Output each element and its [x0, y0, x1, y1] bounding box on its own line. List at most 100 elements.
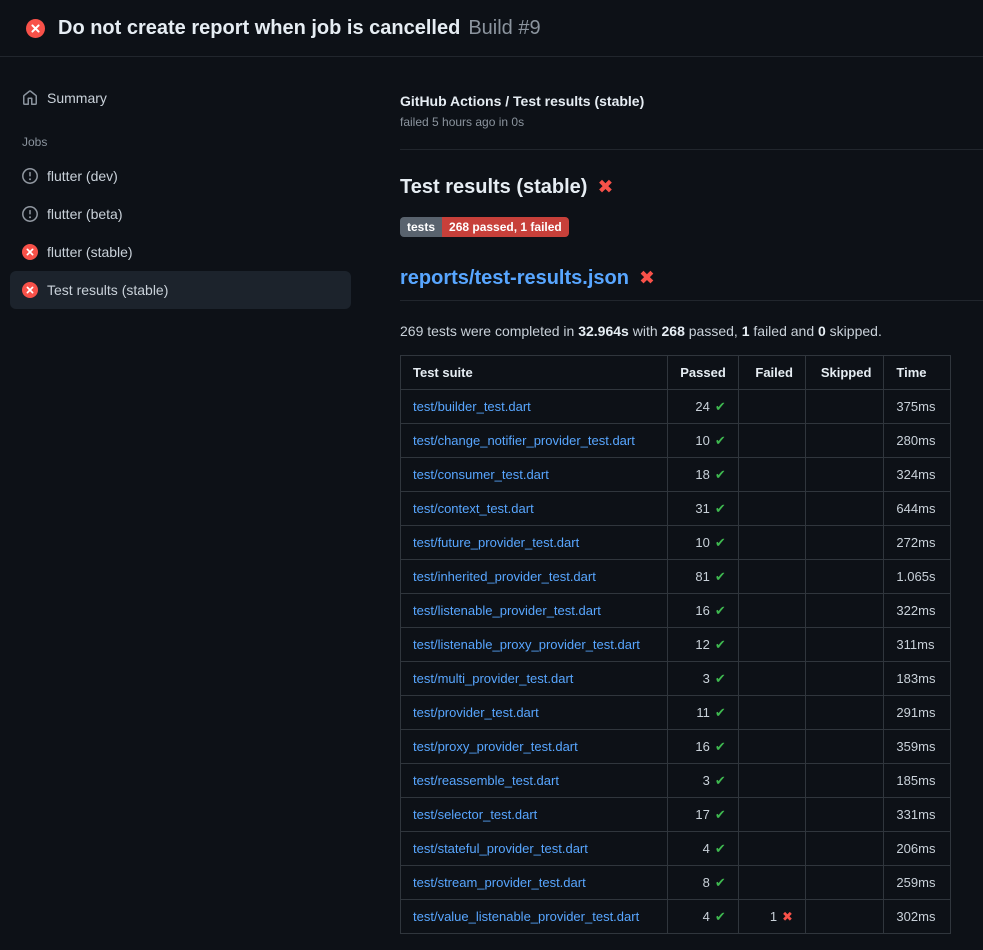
suite-link[interactable]: test/provider_test.dart [413, 705, 539, 720]
suite-link[interactable]: test/future_provider_test.dart [413, 535, 579, 550]
report-heading: reports/test-results.json ✖ [400, 267, 983, 301]
divider [400, 149, 983, 150]
summary-text: passed, [685, 323, 742, 339]
table-row: test/inherited_provider_test.dart81✔1.06… [401, 560, 951, 594]
check-icon: ✔ [715, 671, 726, 686]
suite-link[interactable]: test/multi_provider_test.dart [413, 671, 573, 686]
sidebar-item-flutter-beta[interactable]: flutter (beta) [10, 195, 351, 233]
suite-link[interactable]: test/listenable_provider_test.dart [413, 603, 601, 618]
count: 3 [703, 773, 710, 788]
summary-text: 269 tests were completed in [400, 323, 578, 339]
suite-link[interactable]: test/value_listenable_provider_test.dart [413, 909, 639, 924]
passed-cell: 11✔ [668, 696, 739, 730]
passed-cell: 10✔ [668, 424, 739, 458]
x-icon: ✖ [782, 909, 793, 924]
time-cell: 183ms [884, 662, 951, 696]
table-row: test/value_listenable_provider_test.dart… [401, 900, 951, 934]
suite-link[interactable]: test/context_test.dart [413, 501, 534, 516]
skipped-cell [805, 390, 883, 424]
failed-cell [738, 560, 805, 594]
passed-cell: 31✔ [668, 492, 739, 526]
build-number: Build #9 [468, 17, 540, 40]
table-row: test/consumer_test.dart18✔324ms [401, 458, 951, 492]
check-icon: ✔ [715, 773, 726, 788]
skipped-cell [805, 866, 883, 900]
sidebar-item-label: Summary [47, 90, 107, 106]
suite-cell: test/selector_test.dart [401, 798, 668, 832]
passed-cell: 17✔ [668, 798, 739, 832]
suite-cell: test/change_notifier_provider_test.dart [401, 424, 668, 458]
count: 16 [695, 739, 709, 754]
suite-link[interactable]: test/builder_test.dart [413, 399, 531, 414]
column-header-test-suite: Test suite [401, 356, 668, 390]
table-row: test/proxy_provider_test.dart16✔359ms [401, 730, 951, 764]
summary-text: skipped. [826, 323, 882, 339]
skipped-cell [805, 628, 883, 662]
time-cell: 322ms [884, 594, 951, 628]
failed-cell [738, 526, 805, 560]
report-link[interactable]: reports/test-results.json [400, 267, 629, 290]
count: 3 [703, 671, 710, 686]
passed-cell: 24✔ [668, 390, 739, 424]
check-icon: ✔ [715, 535, 726, 550]
suite-link[interactable]: test/listenable_proxy_provider_test.dart [413, 637, 640, 652]
red-x-icon: ✖ [597, 178, 613, 197]
check-icon: ✔ [715, 399, 726, 414]
page-layout: Summary Jobs flutter (dev)flutter (beta)… [0, 57, 983, 950]
check-icon: ✔ [715, 875, 726, 890]
check-icon: ✔ [715, 603, 726, 618]
summary-sentence: 269 tests were completed in 32.964s with… [400, 323, 951, 339]
failed-cell [738, 866, 805, 900]
suite-link[interactable]: test/change_notifier_provider_test.dart [413, 433, 635, 448]
suite-link[interactable]: test/stateful_provider_test.dart [413, 841, 588, 856]
failed-cell [738, 662, 805, 696]
red-x-icon: ✖ [639, 269, 655, 288]
suite-link[interactable]: test/selector_test.dart [413, 807, 537, 822]
passed-cell: 16✔ [668, 594, 739, 628]
tests-badge: tests 268 passed, 1 failed [400, 217, 569, 237]
passed-cell: 18✔ [668, 458, 739, 492]
check-icon: ✔ [715, 909, 726, 924]
suite-link[interactable]: test/proxy_provider_test.dart [413, 739, 578, 754]
sidebar-item-summary[interactable]: Summary [10, 79, 351, 117]
summary-number: 0 [818, 323, 826, 339]
table-row: test/change_notifier_provider_test.dart 1… [401, 424, 951, 458]
suite-link[interactable]: test/inherited_provider_test.dart [413, 569, 596, 584]
suite-cell: test/stream_provider_test.dart [401, 866, 668, 900]
build-header: Do not create report when job is cancell… [0, 0, 983, 57]
time-cell: 375ms [884, 390, 951, 424]
suite-link[interactable]: test/stream_provider_test.dart [413, 875, 586, 890]
suite-cell: test/value_listenable_provider_test.dart [401, 900, 668, 934]
suite-cell: test/stateful_provider_test.dart [401, 832, 668, 866]
count: 17 [695, 807, 709, 822]
check-icon: ✔ [715, 637, 726, 652]
sidebar-item-flutter-stable[interactable]: flutter (stable) [10, 233, 351, 271]
sidebar-jobs: flutter (dev)flutter (beta)flutter (stab… [10, 157, 360, 309]
count: 10 [695, 433, 709, 448]
badge-label: tests [400, 217, 442, 237]
skipped-cell [805, 458, 883, 492]
summary-text: with [629, 323, 662, 339]
time-cell: 185ms [884, 764, 951, 798]
results-table: Test suitePassedFailedSkippedTime test/b… [400, 355, 951, 934]
skipped-cell [805, 764, 883, 798]
count: 4 [703, 909, 710, 924]
table-row: test/reassemble_test.dart 3 ✔ 185ms [401, 764, 951, 798]
suite-link[interactable]: test/reassemble_test.dart [413, 773, 559, 788]
skipped-cell [805, 492, 883, 526]
suite-cell: test/reassemble_test.dart [401, 764, 668, 798]
sidebar-item-flutter-dev[interactable]: flutter (dev) [10, 157, 351, 195]
results-table-header-row: Test suitePassedFailedSkippedTime [401, 356, 951, 390]
check-icon: ✔ [715, 569, 726, 584]
summary-number: 32.964s [578, 323, 629, 339]
sidebar-item-test-results-stable[interactable]: Test results (stable) [10, 271, 351, 309]
count: 8 [703, 875, 710, 890]
suite-cell: test/listenable_proxy_provider_test.dart [401, 628, 668, 662]
suite-link[interactable]: test/consumer_test.dart [413, 467, 549, 482]
check-icon: ✔ [715, 841, 726, 856]
suite-cell: test/listenable_provider_test.dart [401, 594, 668, 628]
passed-cell: 4✔ [668, 900, 739, 934]
passed-cell: 81✔ [668, 560, 739, 594]
count: 4 [703, 841, 710, 856]
skipped-cell [805, 526, 883, 560]
